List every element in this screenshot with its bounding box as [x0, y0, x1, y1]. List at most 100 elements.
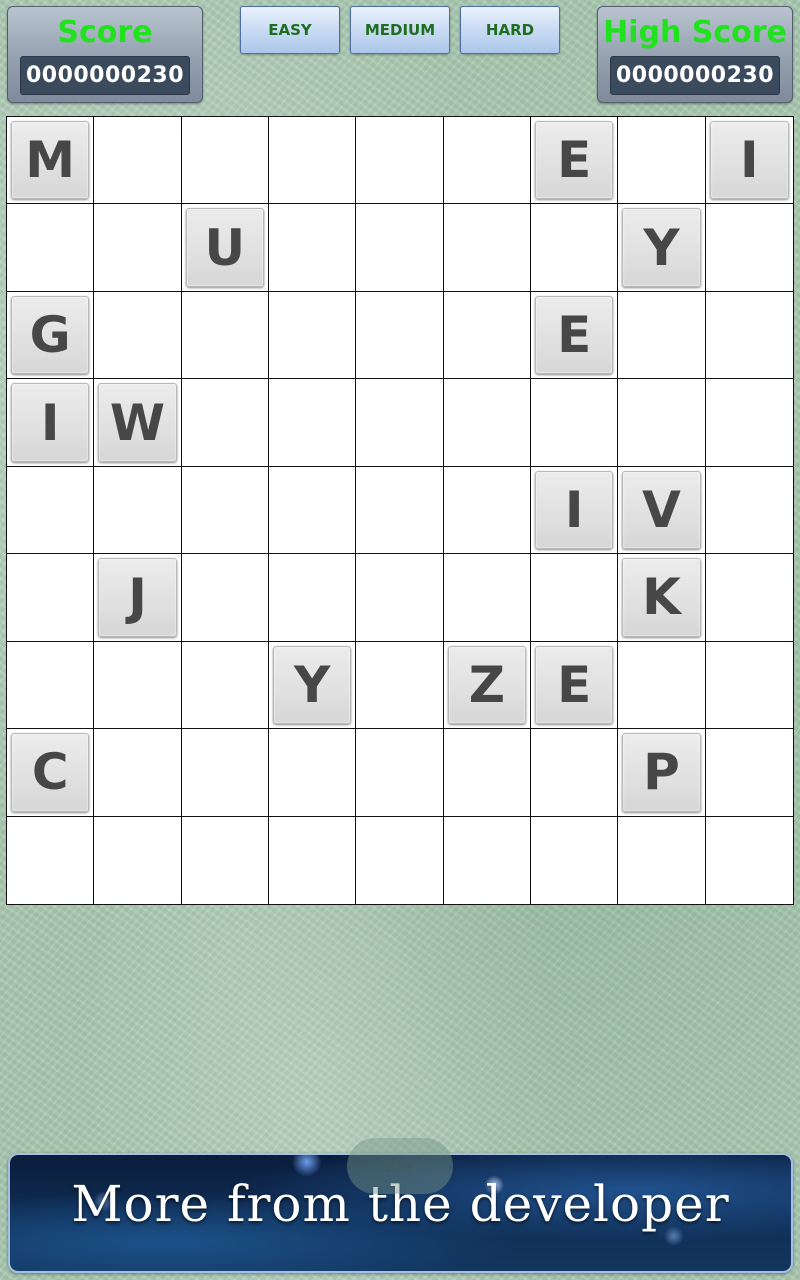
board-cell[interactable]: M — [7, 117, 95, 205]
board-cell[interactable]: U — [181, 204, 269, 292]
board-cell[interactable]: Z — [443, 641, 531, 730]
board-cell[interactable] — [356, 729, 444, 817]
board-cell[interactable]: Y — [269, 641, 357, 730]
board-cell[interactable] — [181, 117, 269, 205]
board-cell[interactable] — [269, 554, 357, 642]
letter-tile[interactable]: E — [535, 121, 614, 200]
bay-badge[interactable]: BAY — [347, 1138, 453, 1194]
board-cell[interactable] — [181, 466, 269, 555]
letter-tile[interactable]: I — [11, 383, 90, 462]
board-cell[interactable] — [705, 642, 793, 730]
board-cell[interactable] — [705, 729, 793, 817]
board-cell[interactable] — [94, 641, 182, 730]
board-cell[interactable] — [94, 117, 182, 205]
letter-tile[interactable]: W — [98, 383, 177, 462]
board-cell[interactable] — [269, 204, 357, 292]
board-cell[interactable] — [444, 816, 531, 904]
medium-button[interactable]: MEDIUM — [350, 6, 450, 54]
board-cell[interactable] — [269, 729, 357, 817]
board-cell[interactable] — [443, 379, 531, 467]
letter-tile[interactable]: E — [535, 645, 614, 725]
board-cell[interactable] — [618, 291, 706, 380]
board-cell[interactable] — [531, 379, 619, 467]
board-cell[interactable] — [94, 466, 182, 555]
board-cell[interactable] — [356, 204, 444, 292]
board-cell[interactable]: E — [531, 641, 619, 730]
board-cell[interactable] — [94, 291, 182, 380]
board-cell[interactable] — [618, 379, 706, 467]
letter-tile[interactable]: U — [185, 208, 264, 287]
board-cell[interactable] — [94, 729, 182, 817]
board-cell[interactable] — [356, 816, 444, 904]
board-cell[interactable]: K — [618, 554, 706, 642]
board-cell[interactable] — [531, 204, 619, 292]
letter-tile[interactable]: Z — [447, 645, 526, 725]
board-cell[interactable]: E — [531, 117, 619, 205]
board-cell[interactable]: C — [7, 729, 95, 817]
board-cell[interactable] — [356, 379, 444, 467]
board-cell[interactable] — [94, 816, 182, 904]
letter-tile[interactable]: E — [535, 295, 614, 375]
board-cell[interactable] — [443, 204, 531, 292]
board-cell[interactable]: G — [7, 291, 95, 380]
board-cell[interactable] — [181, 554, 269, 642]
board-cell[interactable]: W — [94, 379, 182, 467]
board-cell[interactable] — [531, 554, 619, 642]
board-cell[interactable]: I — [7, 379, 95, 467]
board-cell[interactable] — [356, 466, 444, 555]
board-cell[interactable] — [705, 379, 793, 467]
board-cell[interactable] — [181, 379, 269, 467]
letter-tile[interactable]: M — [11, 121, 90, 200]
board-cell[interactable] — [7, 816, 95, 904]
board-cell[interactable]: E — [531, 291, 619, 380]
letter-tile[interactable]: V — [622, 470, 701, 550]
board-cell[interactable] — [443, 729, 531, 817]
board-cell[interactable] — [269, 291, 357, 380]
board-cell[interactable]: I — [705, 117, 793, 205]
board-cell[interactable]: V — [618, 466, 706, 555]
hard-button[interactable]: HARD — [460, 6, 560, 54]
board-cell[interactable] — [181, 729, 269, 817]
board-cell[interactable] — [705, 204, 793, 292]
board-cell[interactable] — [269, 379, 357, 467]
board-cell[interactable] — [269, 117, 357, 205]
letter-tile[interactable]: G — [11, 295, 90, 375]
letter-tile[interactable]: I — [709, 121, 789, 200]
board-cell[interactable] — [618, 117, 706, 205]
board-cell[interactable]: P — [618, 729, 706, 817]
board-cell[interactable]: I — [531, 466, 619, 555]
board-cell[interactable]: J — [94, 554, 182, 642]
letter-tile[interactable]: C — [11, 733, 90, 812]
board-cell[interactable]: Y — [618, 204, 706, 292]
letter-tile[interactable]: J — [98, 558, 177, 637]
letter-tile[interactable]: Y — [622, 208, 701, 287]
board-cell[interactable] — [443, 554, 531, 642]
board-cell[interactable] — [706, 817, 793, 904]
easy-button[interactable]: EASY — [240, 6, 340, 54]
board-cell[interactable] — [269, 466, 357, 555]
board-cell[interactable] — [356, 641, 444, 730]
board-cell[interactable] — [269, 816, 357, 904]
board-cell[interactable] — [94, 204, 182, 292]
letter-tile[interactable]: Y — [273, 645, 352, 725]
board-cell[interactable] — [7, 466, 95, 555]
board-cell[interactable] — [705, 292, 793, 380]
board-cell[interactable] — [531, 729, 619, 817]
board-cell[interactable] — [181, 291, 269, 380]
board-cell[interactable] — [7, 204, 95, 292]
board-cell[interactable] — [181, 641, 269, 730]
board-cell[interactable] — [356, 117, 444, 205]
board-cell[interactable] — [618, 641, 706, 730]
board-cell[interactable] — [182, 816, 269, 904]
letter-tile[interactable]: K — [622, 558, 701, 637]
board-cell[interactable] — [7, 554, 95, 642]
board-cell[interactable] — [531, 816, 619, 904]
board-cell[interactable] — [705, 554, 793, 642]
board-cell[interactable] — [705, 467, 793, 555]
letter-tile[interactable]: I — [535, 470, 614, 550]
board-cell[interactable] — [443, 117, 531, 205]
board-cell[interactable] — [356, 554, 444, 642]
board-cell[interactable] — [356, 291, 444, 380]
letter-tile[interactable]: P — [622, 733, 701, 812]
board-cell[interactable] — [443, 466, 531, 555]
